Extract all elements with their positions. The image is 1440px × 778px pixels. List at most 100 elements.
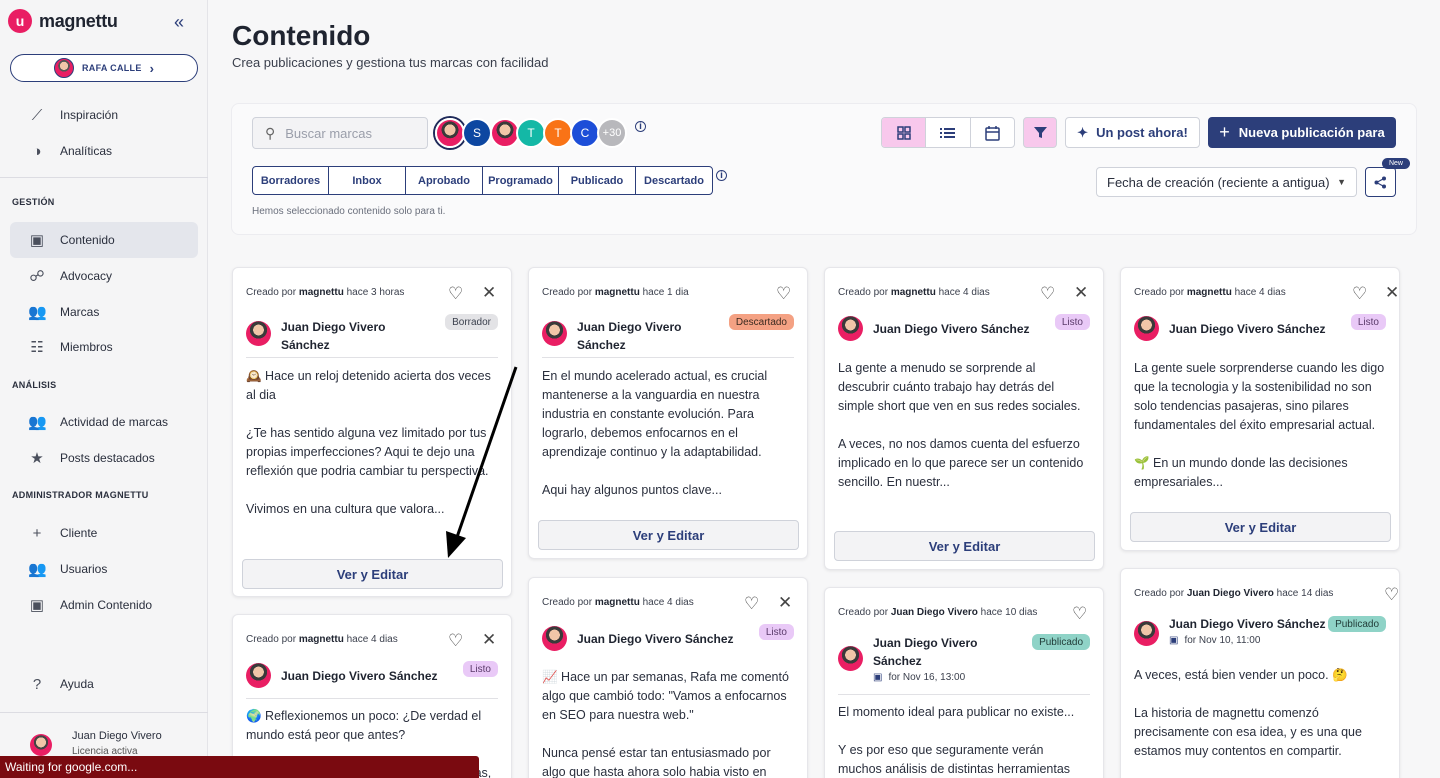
sidebar-item-miembros[interactable]: ☷ Miembros	[10, 329, 198, 365]
filter-button[interactable]	[1023, 117, 1057, 148]
status-tabs: Borradores Inbox Aprobado Programado Pub…	[252, 166, 713, 195]
chevron-right-icon: ›	[149, 60, 154, 76]
share-button[interactable]	[1365, 167, 1396, 197]
tab-aprobado[interactable]: Aprobado	[406, 167, 483, 194]
brand-search[interactable]: ⚲	[252, 117, 428, 149]
sidebar-item-label: Inspiración	[60, 108, 119, 122]
sidebar-item-usuarios[interactable]: 👥 Usuarios	[10, 551, 198, 587]
sidebar-item-ayuda[interactable]: ? Ayuda	[10, 666, 198, 702]
avatar	[1134, 621, 1159, 646]
more-brands-avatar[interactable]: +30	[597, 118, 627, 148]
heart-icon[interactable]: ♡	[1040, 284, 1055, 304]
edit-button[interactable]: Ver y Editar	[538, 520, 799, 550]
close-icon[interactable]: ✕	[1385, 283, 1399, 303]
info-icon[interactable]: i	[635, 121, 646, 132]
heart-icon[interactable]: ♡	[776, 284, 791, 304]
sidebar-item-label: Miembros	[60, 340, 113, 354]
avatar	[53, 58, 74, 78]
status-badge: Listo	[758, 624, 794, 640]
close-icon[interactable]: ✕	[482, 283, 496, 303]
tab-publicado[interactable]: Publicado	[559, 167, 636, 194]
divider	[246, 357, 498, 358]
sort-select[interactable]: Fecha de creación (reciente a antigua) ▼	[1096, 167, 1357, 197]
divider	[542, 357, 794, 358]
edit-button[interactable]: Ver y Editar	[242, 559, 503, 589]
status-badge: Borrador	[445, 314, 498, 330]
card-meta: Creado por Juan Diego Vivero hace 10 dia…	[838, 607, 1038, 618]
heart-icon[interactable]: ♡	[744, 594, 759, 614]
sidebar-item-marcas[interactable]: 👥 Marcas	[10, 294, 198, 330]
brand-avatar[interactable]: C	[570, 118, 600, 148]
page-subtitle: Crea publicaciones y gestiona tus marcas…	[232, 55, 549, 70]
tab-borradores[interactable]: Borradores	[253, 167, 329, 194]
card-author: Juan Diego Vivero Sánchez	[246, 318, 431, 354]
account-switcher-button[interactable]: RAFA CALLE ›	[10, 54, 198, 82]
author-name: Juan Diego Vivero Sánchez	[281, 320, 386, 352]
close-icon[interactable]: ✕	[778, 593, 792, 613]
grid-icon	[896, 125, 911, 140]
search-input[interactable]	[285, 125, 416, 141]
sidebar-item-cliente[interactable]: + Cliente	[10, 515, 198, 551]
account-name: RAFA CALLE	[81, 63, 142, 73]
sort-value: Fecha de creación (reciente a antigua)	[1107, 174, 1330, 190]
sidebar-item-posts-destacados[interactable]: ★ Posts destacados	[10, 440, 198, 476]
heart-icon[interactable]: ♡	[448, 284, 463, 304]
current-user[interactable]: Juan Diego Vivero Licencia activa	[30, 730, 162, 757]
list-view-button[interactable]	[926, 118, 971, 147]
post-now-button[interactable]: ✦ Un post ahora!	[1065, 117, 1200, 148]
brand-avatar[interactable]	[435, 118, 465, 148]
share-icon	[1374, 176, 1386, 188]
tab-descartado[interactable]: Descartado	[636, 167, 712, 194]
selection-hint: Hemos seleccionado contenido solo para t…	[252, 206, 446, 217]
browser-status-bar: Waiting for google.com...	[0, 756, 479, 778]
heart-icon[interactable]: ♡	[1384, 585, 1399, 605]
info-icon[interactable]: i	[716, 170, 727, 181]
heart-icon[interactable]: ♡	[448, 631, 463, 651]
heart-icon[interactable]: ♡	[1352, 284, 1367, 304]
new-publication-button[interactable]: + Nueva publicación para	[1208, 117, 1396, 148]
card-meta: Creado por magnettu hace 4 dias	[542, 597, 694, 608]
magnettu-logo-icon: u	[8, 9, 32, 33]
edit-button[interactable]: Ver y Editar	[834, 531, 1095, 561]
close-icon[interactable]: ✕	[482, 630, 496, 650]
post-card: Creado por magnettu hace 4 dias ♡ ✕ Juan…	[824, 267, 1104, 570]
collapse-sidebar-icon[interactable]: «	[174, 12, 184, 33]
sidebar-item-inspiracion[interactable]: ⟋ Inspiración	[10, 97, 198, 133]
sidebar-item-analiticas[interactable]: ◑ Analíticas	[10, 133, 198, 169]
sidebar-item-actividad-marcas[interactable]: 👥 Actividad de marcas	[10, 404, 198, 440]
post-card: Creado por magnettu hace 3 horas ♡ ✕ Jua…	[232, 267, 512, 597]
sidebar-item-advocacy[interactable]: ☍ Advocacy	[10, 258, 198, 294]
tab-programado[interactable]: Programado	[483, 167, 559, 194]
sidebar-item-contenido[interactable]: ▣ Contenido	[10, 222, 198, 258]
grid-view-button[interactable]	[882, 118, 927, 147]
heart-icon[interactable]: ♡	[1072, 604, 1087, 624]
schedule: ▣ for Nov 16, 13:00	[873, 672, 1023, 683]
brand-avatar[interactable]: S	[462, 118, 492, 148]
sidebar: u magnettu « RAFA CALLE › ⟋ Inspiración …	[0, 0, 208, 778]
calendar-view-button[interactable]	[971, 118, 1014, 147]
card-body: La gente suele sorprenderse cuando les d…	[1134, 361, 1385, 489]
brand-avatar[interactable]: T	[543, 118, 573, 148]
card-author: Juan Diego Vivero Sánchez	[838, 316, 1030, 341]
brand-avatar[interactable]: T	[516, 118, 546, 148]
sidebar-item-label: Advocacy	[60, 269, 113, 283]
sidebar-item-label: Contenido	[60, 233, 115, 247]
close-icon[interactable]: ✕	[1074, 283, 1088, 303]
brand[interactable]: u magnettu	[8, 9, 118, 33]
avatar	[246, 663, 271, 688]
avatar	[30, 734, 52, 756]
tab-inbox[interactable]: Inbox	[329, 167, 406, 194]
post-card: Creado por Juan Diego Vivero hace 10 dia…	[824, 587, 1104, 778]
sidebar-item-label: Actividad de marcas	[60, 415, 169, 429]
groups-icon: 👥	[28, 414, 47, 431]
author-name: Juan Diego Vivero Sánchez	[577, 320, 682, 352]
avatar	[246, 321, 271, 346]
edit-button[interactable]: Ver y Editar	[1130, 512, 1391, 542]
card-author: Juan Diego Vivero Sánchez	[542, 626, 734, 651]
card-author: Juan Diego Vivero Sánchez	[246, 663, 438, 688]
sidebar-item-label: Posts destacados	[60, 451, 155, 465]
avatar	[838, 646, 863, 671]
sidebar-item-admin-contenido[interactable]: ▣ Admin Contenido	[10, 587, 198, 623]
status-badge: Listo	[1350, 314, 1386, 330]
card-meta: Creado por Juan Diego Vivero hace 14 dia…	[1134, 588, 1334, 599]
